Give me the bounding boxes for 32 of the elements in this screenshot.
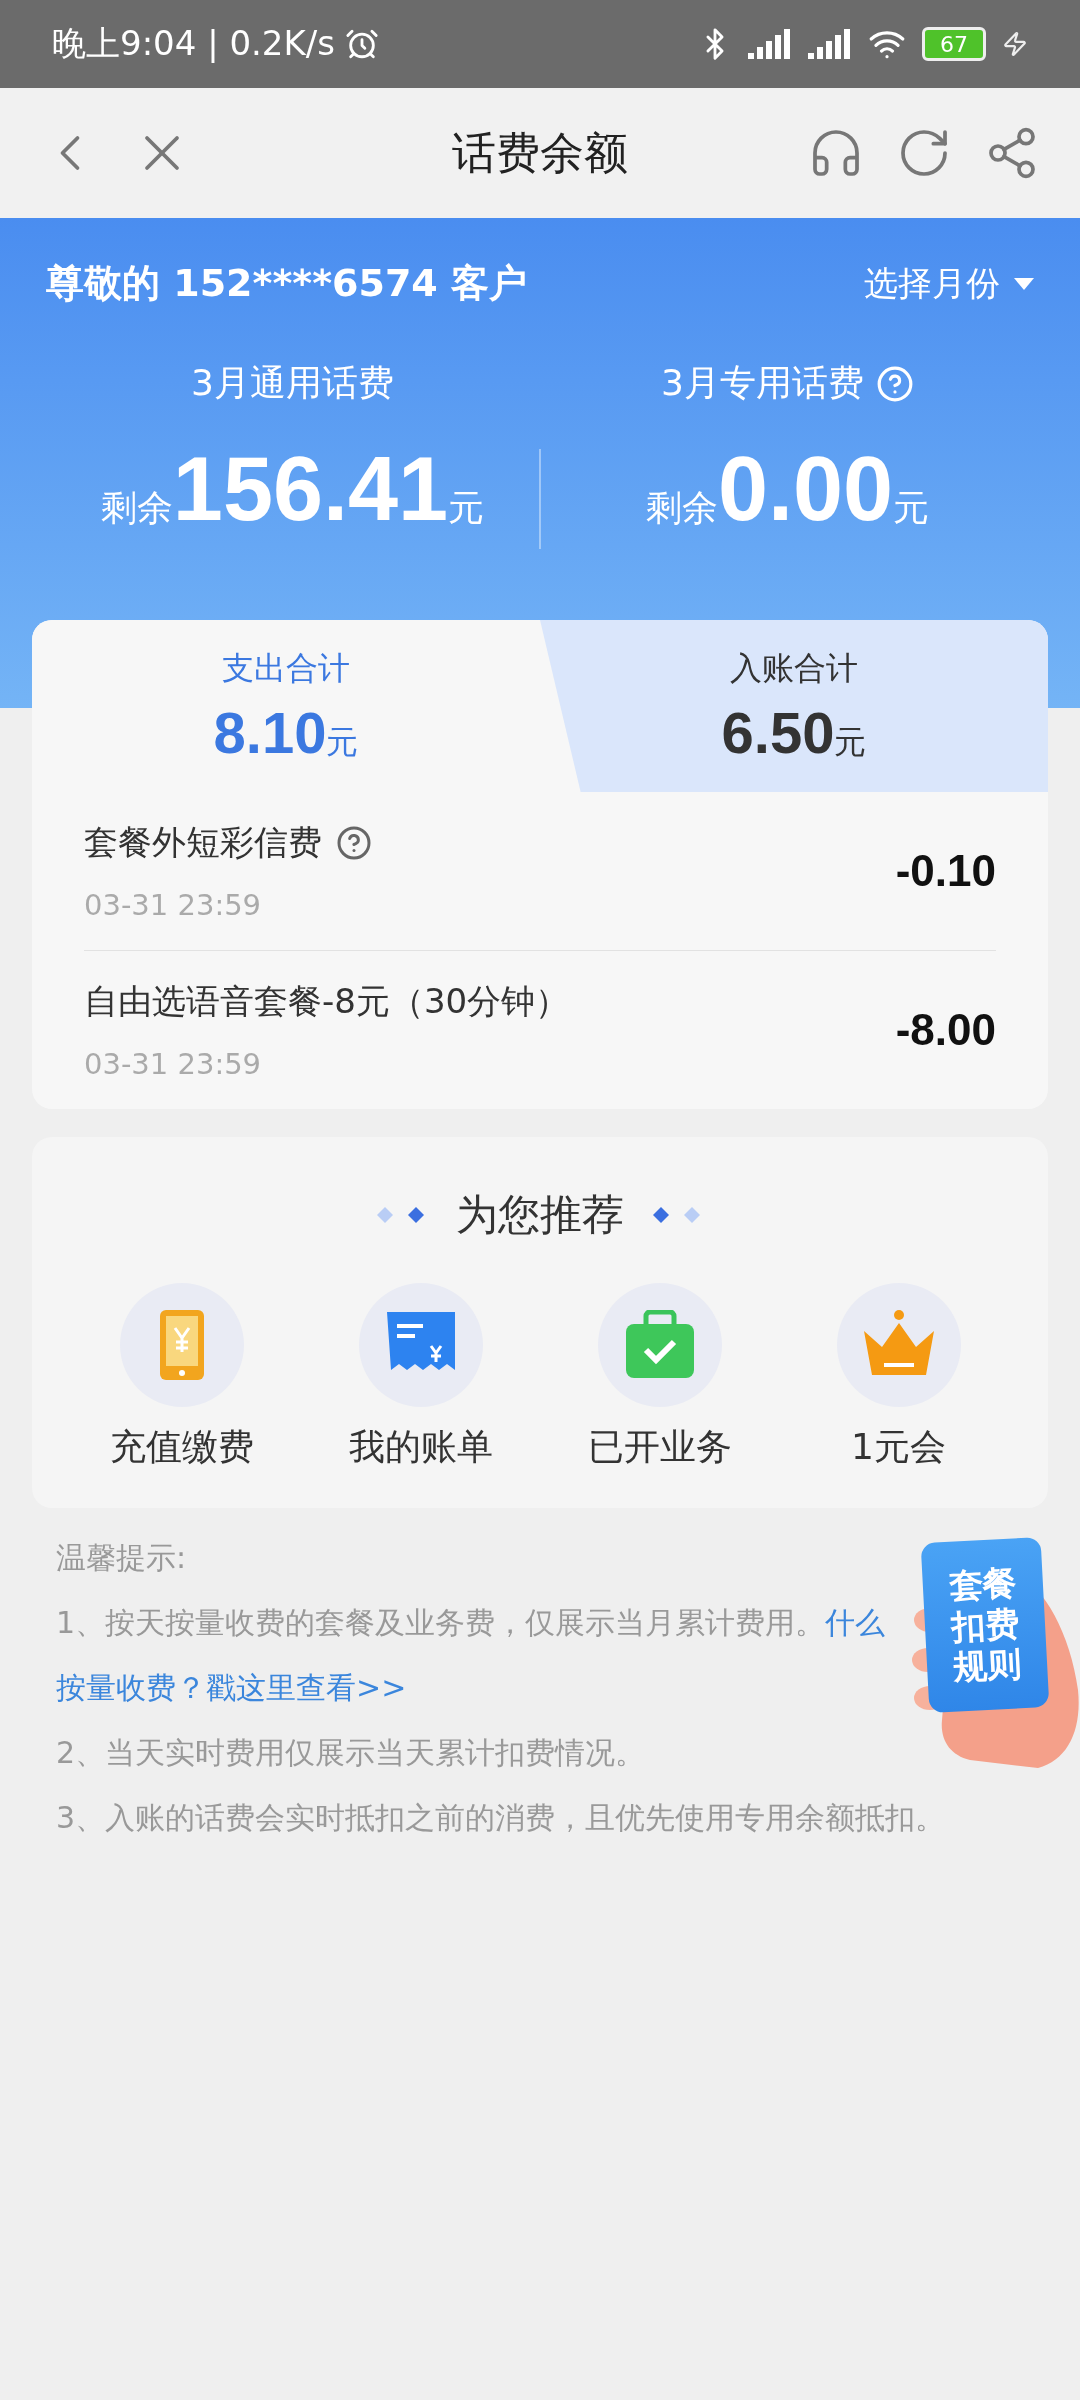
tips-title: 温馨提示: — [56, 1539, 188, 1577]
battery-level: 67 — [922, 27, 986, 61]
phone-icon — [157, 1308, 206, 1382]
charging-icon — [1002, 31, 1028, 57]
shortcut-item[interactable]: 已开业务 — [554, 1283, 765, 1472]
signal-icon — [748, 29, 792, 59]
page-title: 话费余额 — [451, 125, 629, 180]
recommend-title: 为您推荐 — [456, 1189, 624, 1241]
balance-label: 3月通用话费 — [191, 361, 394, 405]
charge-time: 03-31 23:59 — [84, 1047, 263, 1081]
help-icon[interactable] — [875, 364, 914, 403]
tip-text: 3、入账的话费会实时抵扣之前的消费，且优先使用专用余额抵扣。 — [56, 1799, 947, 1837]
balance-label: 3月专用话费 — [661, 361, 864, 405]
balance-amount: 剩余0.00元 — [645, 438, 930, 541]
help-icon[interactable] — [336, 825, 372, 861]
caret-icon — [1014, 277, 1034, 290]
signal-icon — [808, 29, 852, 59]
balance-amount: 剩余156.41元 — [100, 438, 485, 541]
shortcut-item[interactable]: 1元会 — [793, 1283, 1004, 1472]
charge-amount: -0.10 — [895, 846, 996, 896]
tip-text: 2、当天实时费用仅展示当天累计扣费情况。 — [56, 1734, 647, 1772]
briefcase-check-icon — [623, 1310, 696, 1380]
status-time: 晚上9:04 | 0.2K/s — [52, 22, 335, 65]
charge-name: 套餐外短彩信费 — [84, 821, 322, 864]
charge-time: 03-31 23:59 — [84, 888, 263, 922]
alarm-icon — [344, 27, 379, 61]
shortcut-item[interactable]: 充值缴费 — [76, 1283, 287, 1472]
shortcut-item[interactable]: 我的账单 — [315, 1283, 526, 1472]
charge-name: 自由选语音套餐-8元（30分钟） — [84, 980, 570, 1023]
summary-tab[interactable]: 入账合计 6.50元 — [540, 620, 1048, 792]
charge-amount: -8.00 — [895, 1005, 996, 1055]
customer-greeting: 尊敬的 152****6574 客户 — [46, 260, 528, 307]
